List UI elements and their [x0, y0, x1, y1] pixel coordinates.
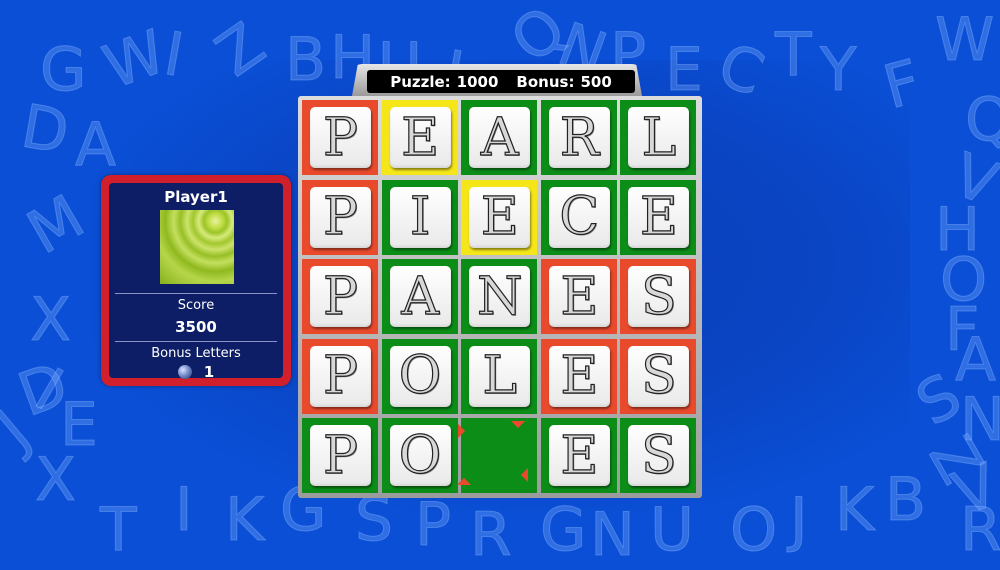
background-letter: S — [354, 485, 394, 555]
background-letter: I — [175, 475, 194, 545]
letter-tile[interactable]: S — [628, 346, 690, 407]
letter-tile[interactable]: P — [310, 186, 371, 248]
board-cell[interactable]: S — [620, 418, 697, 494]
player-avatar-icon — [160, 210, 234, 284]
background-letter: B — [284, 25, 327, 95]
board-cell[interactable]: O — [381, 338, 458, 414]
board-cell[interactable]: C — [540, 179, 617, 255]
letter-tile[interactable]: O — [389, 425, 451, 486]
background-letter: W — [934, 5, 995, 75]
background-letter: P — [414, 490, 452, 560]
background-letter: T — [775, 20, 813, 90]
letter-tile[interactable]: S — [628, 266, 690, 327]
board-cell[interactable]: L — [620, 100, 697, 175]
letter-tile[interactable]: P — [310, 425, 371, 486]
board-cell[interactable]: L — [461, 338, 538, 414]
bonus-label: Bonus: — [516, 72, 575, 91]
board-cell[interactable]: E — [540, 338, 617, 414]
player-panel-inner: Player1 Score 3500 Bonus Letters 1 — [109, 183, 283, 381]
letter-tile[interactable]: N — [469, 266, 531, 327]
letter-tile[interactable]: S — [628, 425, 690, 486]
background-letter: G — [40, 35, 87, 105]
letter-tile[interactable]: I — [389, 186, 451, 248]
letter-tile[interactable]: P — [310, 266, 371, 327]
board-cell[interactable]: R — [540, 100, 617, 175]
background-letter: K — [224, 485, 265, 555]
puzzle-label: Puzzle: — [390, 72, 451, 91]
background-letter: R — [960, 495, 1000, 565]
letter-tile[interactable]: E — [548, 266, 610, 327]
board-cell-empty-selected[interactable] — [451, 414, 538, 494]
board-cell[interactable]: P — [302, 259, 378, 335]
board-cell[interactable]: E — [540, 259, 617, 335]
board-cell[interactable]: P — [302, 418, 378, 494]
bonus-letters-value: 1 — [203, 363, 215, 381]
letter-tile[interactable]: C — [548, 186, 610, 248]
board-cell[interactable]: E — [620, 179, 697, 255]
letter-tile[interactable]: A — [469, 107, 531, 168]
cursor-marker-icon — [457, 478, 472, 493]
letter-tile[interactable]: O — [389, 346, 451, 407]
letter-board[interactable]: PEARLPIECEPANESPOLESPOES — [298, 96, 702, 498]
board-cell[interactable]: E — [540, 418, 617, 494]
board-cell[interactable]: S — [620, 338, 697, 414]
background-letter: X — [29, 285, 72, 355]
board-cell[interactable]: E — [381, 100, 458, 175]
background-letter: B — [884, 465, 927, 535]
board-cell[interactable]: P — [302, 100, 378, 175]
background-letter: U — [650, 495, 695, 565]
background-letter: Y — [820, 35, 858, 105]
background-letter: O — [729, 495, 778, 565]
cursor-marker-icon — [521, 468, 536, 483]
background-letter: R — [470, 500, 513, 570]
score-value: 3500 — [175, 318, 217, 336]
background-letter: G — [540, 495, 587, 565]
player-panel: Player1 Score 3500 Bonus Letters 1 — [101, 175, 291, 386]
bonus-value: 500 — [580, 72, 612, 91]
board-cell[interactable]: P — [302, 179, 378, 255]
letter-tile[interactable]: E — [548, 346, 610, 407]
board-cell[interactable]: O — [381, 418, 458, 494]
letter-tile[interactable]: A — [389, 266, 451, 327]
background-letter: A — [74, 110, 117, 180]
background-letter: K — [834, 475, 875, 545]
puzzle-value: 1000 — [456, 72, 499, 91]
letter-tile[interactable]: L — [469, 346, 531, 407]
panel-divider — [115, 341, 277, 342]
letter-tile[interactable]: P — [310, 107, 371, 168]
background-letter: T — [100, 495, 138, 565]
letter-tile[interactable]: E — [389, 107, 451, 168]
background-letter: M — [15, 181, 96, 269]
letter-tile[interactable]: R — [548, 107, 610, 168]
score-header: Puzzle: 1000 Bonus: 500 — [367, 70, 635, 93]
cursor-marker-icon — [511, 414, 526, 429]
board-cell[interactable]: A — [461, 100, 538, 175]
background-letter: D — [16, 91, 75, 169]
letter-tile[interactable]: P — [310, 346, 371, 407]
board-cell[interactable]: P — [302, 338, 378, 414]
board-cell[interactable]: E — [461, 179, 538, 255]
panel-divider — [115, 293, 277, 294]
board-cell[interactable]: I — [381, 179, 458, 255]
board-cell[interactable]: A — [381, 259, 458, 335]
score-label: Score — [177, 298, 215, 313]
bonus-letters-row: 1 — [109, 363, 283, 381]
letter-tile[interactable]: E — [469, 186, 531, 248]
background-letter: N — [590, 500, 636, 570]
board-cell[interactable]: N — [461, 259, 538, 335]
letter-tile[interactable]: L — [628, 107, 690, 168]
letter-tile[interactable]: E — [548, 425, 610, 486]
background-letter: J — [790, 485, 809, 555]
orb-icon — [177, 365, 192, 379]
background-letter: X — [34, 445, 77, 515]
board-cell[interactable]: S — [620, 259, 697, 335]
letter-tile[interactable]: E — [628, 186, 690, 248]
bonus-letters-label: Bonus Letters — [151, 346, 241, 361]
background-letter: E — [665, 35, 704, 105]
background-letter: A — [954, 325, 997, 395]
player-name: Player1 — [164, 188, 228, 206]
